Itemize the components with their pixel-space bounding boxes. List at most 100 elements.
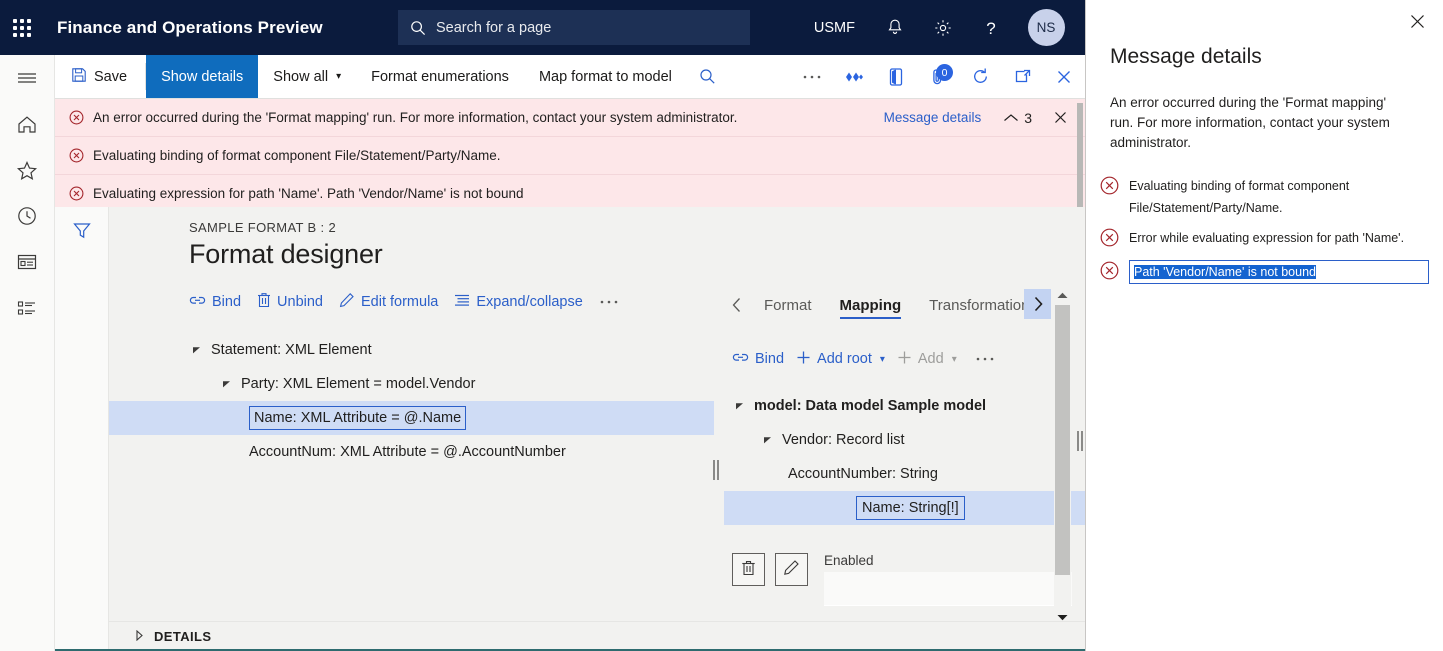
expander-expanded-icon[interactable] <box>732 401 748 411</box>
search-icon[interactable] <box>687 55 729 98</box>
model-tree-node-model[interactable]: model: Data model Sample model <box>724 389 1085 423</box>
attachment-icon[interactable]: 0 <box>917 55 959 98</box>
close-icon[interactable] <box>1043 55 1085 98</box>
tab-mapping[interactable]: Mapping <box>826 285 916 325</box>
workspaces-icon[interactable] <box>0 239 54 285</box>
pane-splitter-handle[interactable] <box>709 459 723 481</box>
message-text: An error occurred during the 'Format map… <box>93 110 738 125</box>
question-mark-icon[interactable]: ? <box>967 0 1015 55</box>
tree-node-party[interactable]: Party: XML Element = model.Vendor <box>109 367 714 401</box>
avatar-initials: NS <box>1027 9 1065 46</box>
close-messagebar-icon[interactable] <box>1052 109 1069 126</box>
action-pane-toolbar: Save Show details Show all ▾ Format enum… <box>55 55 1085 99</box>
top-navigation-bar: Finance and Operations Preview Search fo… <box>0 0 1085 55</box>
model-tree-node-label: AccountNumber: String <box>788 466 938 482</box>
popout-icon[interactable] <box>1001 55 1043 98</box>
search-input[interactable]: Search for a page <box>398 10 750 45</box>
plus-icon <box>796 350 811 369</box>
unbind-label: Unbind <box>277 294 323 310</box>
details-section-header[interactable]: DETAILS <box>109 621 1085 651</box>
mapping-toolbar: Bind Add root ▾ Add ▾ <box>724 341 1085 377</box>
expand-collapse-button[interactable]: Expand/collapse <box>454 293 592 311</box>
map-format-to-model-label: Map format to model <box>538 68 672 85</box>
scroll-up-arrow-icon[interactable] <box>1056 287 1069 305</box>
bind-button[interactable]: Bind <box>189 293 251 311</box>
details-expander[interactable]: DETAILS <box>109 628 211 646</box>
mapping-bind-button[interactable]: Bind <box>732 350 792 368</box>
gear-icon[interactable] <box>919 0 967 55</box>
home-icon[interactable] <box>0 101 54 147</box>
enabled-field-label: Enabled <box>824 553 874 568</box>
mapping-scrollbar[interactable] <box>1054 285 1071 629</box>
tab-format[interactable]: Format <box>750 285 826 325</box>
messagebar-scrollbar[interactable] <box>1077 103 1083 208</box>
mapping-tabs: Format Mapping Transformations <box>724 285 1085 325</box>
recent-clock-icon[interactable] <box>0 193 54 239</box>
message-text: Evaluating expression for path 'Name'. P… <box>93 186 524 201</box>
scrollbar-thumb[interactable] <box>1055 305 1070 575</box>
data-model-tree: model: Data model Sample model Vendor: R… <box>724 389 1085 525</box>
panel-message-list: Evaluating binding of format component F… <box>1086 175 1443 285</box>
application-window: Finance and Operations Preview Search fo… <box>0 0 1443 651</box>
add-root-button[interactable]: Add root ▾ <box>796 350 893 369</box>
panel-list-item-text: Evaluating binding of format component F… <box>1129 179 1350 215</box>
model-tree-node-label: Name: String[!] <box>856 496 965 520</box>
edit-formula-button[interactable]: Edit formula <box>339 292 448 312</box>
attachment-badge-count: 0 <box>936 64 953 81</box>
overflow-ellipsis-icon[interactable] <box>791 55 833 98</box>
model-tree-node-name-selected[interactable]: Name: String[!] <box>724 491 1085 525</box>
message-details-link[interactable]: Message details <box>884 110 982 125</box>
save-button[interactable]: Save <box>55 55 145 98</box>
add-root-label: Add root <box>817 351 872 367</box>
show-all-label: Show all <box>273 68 329 85</box>
app-title: Finance and Operations Preview <box>57 17 323 37</box>
chevron-right-icon <box>135 628 144 646</box>
expander-expanded-icon[interactable] <box>219 379 235 389</box>
expander-expanded-icon[interactable] <box>189 345 205 355</box>
show-details-button[interactable]: Show details <box>146 55 259 98</box>
tree-node-accountnum[interactable]: AccountNum: XML Attribute = @.AccountNum… <box>109 435 714 469</box>
right-splitter-handle[interactable] <box>1075 430 1085 452</box>
model-tree-node-accountnumber[interactable]: AccountNumber: String <box>724 457 1085 491</box>
model-tree-node-label: Vendor: Record list <box>782 432 905 448</box>
enabled-field-input[interactable] <box>824 572 1072 606</box>
map-format-to-model-button[interactable]: Map format to model <box>524 55 687 98</box>
search-icon <box>410 20 426 36</box>
mapping-overflow-ellipsis-icon[interactable] <box>969 355 1003 363</box>
company-selector[interactable]: USMF <box>798 0 871 55</box>
filter-funnel-icon[interactable] <box>69 221 95 241</box>
modules-list-icon[interactable] <box>0 285 54 331</box>
error-circle-icon <box>69 110 84 125</box>
pencil-icon <box>339 292 355 312</box>
add-button: Add ▾ <box>897 350 965 369</box>
favorites-star-icon[interactable] <box>0 147 54 193</box>
avatar[interactable]: NS <box>1015 0 1077 55</box>
hamburger-menu-icon[interactable] <box>0 55 54 101</box>
edit-button[interactable] <box>775 553 808 586</box>
model-tree-node-vendor[interactable]: Vendor: Record list <box>724 423 1085 457</box>
show-all-button[interactable]: Show all ▾ <box>258 55 356 98</box>
refresh-icon[interactable] <box>959 55 1001 98</box>
tabs-next-button[interactable] <box>1024 289 1051 319</box>
tree-node-name-selected[interactable]: Name: XML Attribute = @.Name <box>109 401 714 435</box>
show-details-label: Show details <box>161 68 244 85</box>
share-diamond-icon[interactable] <box>833 55 875 98</box>
format-overflow-ellipsis-icon[interactable] <box>599 298 629 306</box>
message-row: Evaluating binding of format component F… <box>55 137 1085 175</box>
collapse-messages-button[interactable]: 3 <box>1003 110 1032 126</box>
tab-format-label: Format <box>764 296 812 314</box>
panel-list-item-text: Error while evaluating expression for pa… <box>1129 231 1405 245</box>
waffle-grid-icon[interactable] <box>0 18 44 37</box>
tabs-prev-button[interactable] <box>724 297 750 313</box>
expander-expanded-icon[interactable] <box>760 435 776 445</box>
svg-text:?: ? <box>986 19 995 38</box>
panel-list-item-selected[interactable]: Path 'Vendor/Name' is not bound <box>1100 260 1429 285</box>
close-panel-icon[interactable] <box>1408 12 1427 31</box>
unbind-button[interactable]: Unbind <box>257 292 333 312</box>
format-enumerations-button[interactable]: Format enumerations <box>356 55 524 98</box>
tab-transformations[interactable]: Transformations <box>915 285 1033 325</box>
bell-icon[interactable] <box>871 0 919 55</box>
tree-node-statement[interactable]: Statement: XML Element <box>109 333 714 367</box>
delete-button[interactable] <box>732 553 765 586</box>
office-app-icon[interactable] <box>875 55 917 98</box>
